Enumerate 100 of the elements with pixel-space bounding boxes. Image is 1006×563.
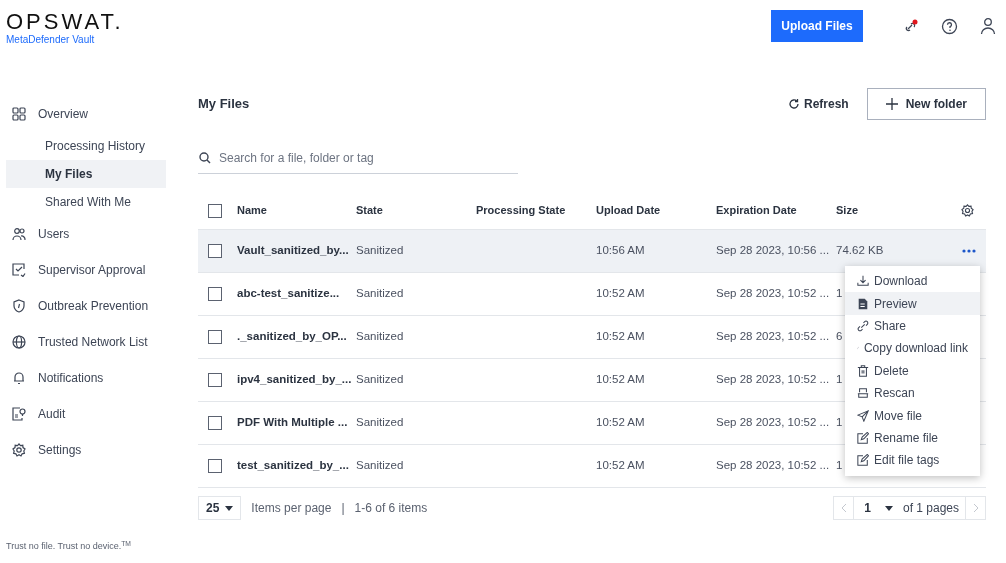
page-dropdown[interactable]: 1: [854, 497, 903, 519]
menu-item[interactable]: Move file: [845, 404, 980, 427]
column-header[interactable]: Size: [836, 202, 858, 219]
menu-item[interactable]: Edit file tags: [845, 449, 980, 472]
edit-icon: [857, 431, 869, 444]
file-name[interactable]: abc-test_sanitize...: [237, 285, 340, 303]
help-icon[interactable]: [941, 17, 958, 35]
checkbox[interactable]: [208, 244, 222, 258]
send-icon: [857, 409, 869, 422]
sidebar-item[interactable]: Notifications: [6, 360, 166, 396]
state-cell-text: Sanitized: [356, 372, 404, 388]
refresh-button[interactable]: Refresh: [787, 95, 849, 113]
download-icon: [857, 275, 869, 288]
expiration-date-cell-text: Sep 28 2023, 10:56 ...: [716, 243, 830, 259]
more-icon[interactable]: [962, 249, 976, 253]
expiration-date-cell-text: Sep 28 2023, 10:52 ...: [716, 329, 830, 345]
size-cell-text: 1: [836, 372, 843, 388]
checkbox[interactable]: [208, 416, 222, 430]
menu-item[interactable]: Delete: [845, 359, 980, 382]
new-folder-button[interactable]: New folder: [866, 88, 986, 120]
sidebar-item[interactable]: Outbreak Prevention: [6, 288, 166, 324]
size-cell-text: 74.62 KB: [836, 243, 884, 259]
page-title: My Files: [198, 95, 250, 114]
tagline: Trust no file. Trust no device.$^{TM}$: [6, 540, 131, 553]
upload-date-cell-text: 10:52 AM: [596, 286, 645, 302]
column-header[interactable]: Name: [237, 202, 267, 219]
user-icon[interactable]: [980, 17, 996, 35]
page-count: of 1 pages: [902, 500, 960, 517]
expiration-date-cell-text: Sep 28 2023, 10:52 ...: [716, 458, 830, 474]
sidebar-subitem[interactable]: My Files: [6, 160, 166, 188]
scanner-icon: [857, 387, 869, 400]
size-cell-text: 1: [836, 458, 843, 474]
search-icon: [199, 151, 211, 164]
checklist-icon: [12, 263, 26, 277]
audit-icon: [12, 407, 26, 421]
size-cell-text: 6: [836, 329, 843, 345]
items-per-page-label: Items per page: [251, 500, 332, 517]
column-header[interactable]: Expiration Date: [716, 202, 797, 219]
size-cell-text: 1: [836, 286, 843, 302]
item-range: 1-6 of 6 items: [354, 500, 428, 517]
file-name[interactable]: test_sanitized_by_...: [237, 457, 349, 475]
menu-item[interactable]: Download: [845, 270, 980, 293]
separator: |: [341, 500, 345, 517]
file-name[interactable]: Vault_sanitized_by...: [237, 242, 349, 260]
sidebar-subitem[interactable]: Processing History: [6, 132, 166, 160]
refresh-icon: [787, 98, 800, 110]
upload-date-cell-text: 10:52 AM: [596, 458, 645, 474]
checkbox[interactable]: [208, 287, 222, 301]
upload-date-cell-text: 10:52 AM: [596, 372, 645, 388]
sidebar-item[interactable]: Settings: [6, 432, 166, 468]
items-per-page-dropdown[interactable]: 25: [198, 496, 242, 520]
checkbox[interactable]: [208, 203, 222, 218]
upload-files-button[interactable]: Upload Files: [771, 10, 863, 42]
column-header[interactable]: State: [356, 202, 383, 219]
column-header[interactable]: Upload Date: [596, 202, 661, 219]
table-row[interactable]: Vault_sanitized_by... Sanitized 10:56 AM Sep 28 2023, 10:56 ... 74.62 KB: [198, 230, 986, 273]
state-cell-text: Sanitized: [356, 458, 404, 474]
sidebar-item[interactable]: Audit: [6, 396, 166, 432]
users-icon: [12, 227, 26, 241]
search-field[interactable]: Search for a file, folder or tag: [219, 148, 517, 167]
logo: OPSWAT.: [6, 10, 124, 34]
expiration-date-cell-text: Sep 28 2023, 10:52 ...: [716, 415, 830, 431]
expiration-date-cell-text: Sep 28 2023, 10:52 ...: [716, 372, 830, 388]
sidebar-subitem[interactable]: Shared With Me: [6, 188, 166, 216]
menu-item[interactable]: Rescan: [845, 381, 980, 405]
state-cell-text: Sanitized: [356, 329, 404, 345]
sidebar-item[interactable]: Supervisor Approval: [6, 252, 166, 288]
document-icon: [857, 297, 869, 310]
grid-icon: [12, 107, 26, 121]
bell-icon: [12, 371, 26, 385]
checkbox[interactable]: [208, 373, 222, 387]
state-cell-text: Sanitized: [356, 243, 404, 259]
column-header[interactable]: Processing State: [476, 202, 566, 219]
sidebar-item[interactable]: Overview: [6, 96, 166, 132]
file-name[interactable]: ._sanitized_by_OP...: [237, 328, 347, 346]
gear-icon: [12, 443, 26, 457]
state-cell-text: Sanitized: [356, 415, 404, 431]
plus-icon: [885, 98, 898, 110]
menu-item[interactable]: Copy download link: [845, 337, 980, 360]
size-cell-text: 1: [836, 415, 843, 431]
settings-icon[interactable]: [961, 204, 974, 217]
chevron-left-icon: [840, 503, 847, 513]
checkbox[interactable]: [208, 459, 222, 473]
expiration-date-cell-text: Sep 28 2023, 10:52 ...: [716, 286, 830, 302]
checkbox[interactable]: [208, 330, 222, 344]
file-name[interactable]: ipv4_sanitized_by_...: [237, 371, 352, 389]
menu-item[interactable]: Preview: [845, 292, 980, 315]
chevron-right-icon: [972, 503, 979, 513]
trash-icon: [857, 364, 869, 377]
state-cell-text: Sanitized: [356, 286, 404, 302]
caret-icon: [225, 505, 234, 511]
file-name[interactable]: PDF With Multiple ...: [237, 414, 348, 432]
sidebar-item[interactable]: Trusted Network List: [6, 324, 166, 360]
caret-icon: [884, 505, 893, 511]
product-name: MetaDefender Vault: [6, 34, 96, 46]
menu-item[interactable]: Share: [845, 314, 980, 338]
upload-date-cell-text: 10:56 AM: [596, 243, 645, 259]
edit-icon: [857, 454, 869, 467]
sidebar-item[interactable]: Users: [6, 216, 166, 252]
upload-date-cell-text: 10:52 AM: [596, 329, 645, 345]
